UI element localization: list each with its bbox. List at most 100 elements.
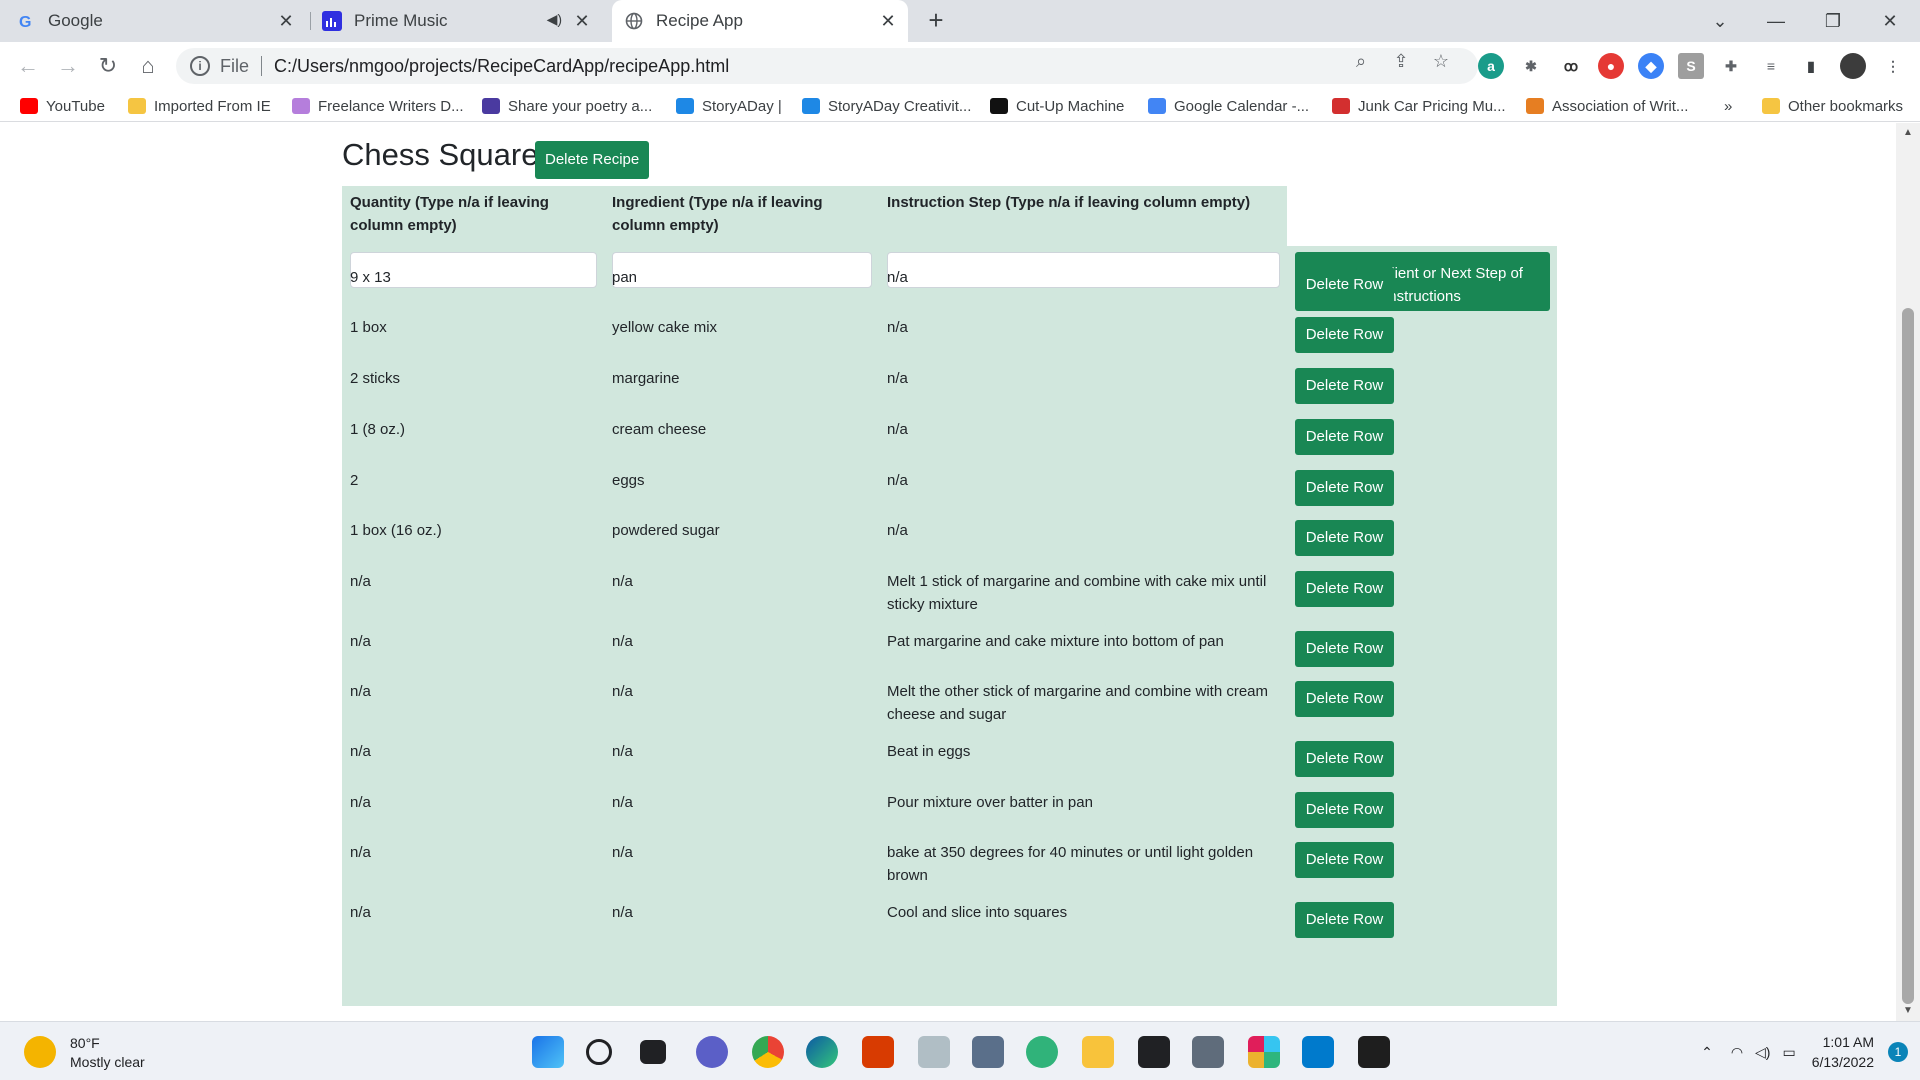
bookmark-share-poetry[interactable]: Share your poetry a... [482, 95, 652, 117]
notification-badge[interactable]: 1 [1888, 1042, 1908, 1062]
row-instruction: n/a [887, 319, 908, 336]
scroll-thumb[interactable] [1902, 308, 1914, 1004]
delete-row-button[interactable]: Delete Row [1295, 741, 1394, 777]
bookmark-label: Google Calendar -... [1174, 97, 1310, 115]
terminal-icon[interactable] [1358, 1036, 1390, 1068]
delete-row-button[interactable]: Delete Row [1295, 368, 1394, 404]
address-url[interactable]: C:/Users/nmgoo/projects/RecipeCardApp/re… [274, 56, 729, 77]
chevron-up-icon[interactable]: ⌃ [1701, 1044, 1713, 1061]
tab-strip: G Google ✕ Prime Music ◀) ✕ Recipe App ✕… [0, 0, 1920, 42]
delete-row-button[interactable]: Delete Row [1295, 470, 1394, 506]
bookmark-association-writers[interactable]: Association of Writ... [1526, 95, 1688, 117]
clock-time: 1:01 AM [1822, 1034, 1874, 1050]
delete-row-button[interactable]: Delete Row [1295, 267, 1394, 303]
cutup-icon [990, 98, 1008, 114]
bookmark-label: Cut-Up Machine [1016, 97, 1125, 115]
close-icon[interactable]: ✕ [276, 11, 296, 31]
bookmark-junk-car[interactable]: Junk Car Pricing Mu... [1332, 95, 1506, 117]
address-bar[interactable]: i File C:/Users/nmgoo/projects/RecipeCar… [176, 48, 1478, 84]
volume-icon[interactable]: ◁) [1755, 1044, 1770, 1061]
search-icon[interactable] [586, 1039, 612, 1065]
tab-search-icon[interactable]: ⌄ [1700, 6, 1740, 36]
scroll-up-icon[interactable]: ▲ [1902, 127, 1914, 138]
bookmark-freelance-writers[interactable]: Freelance Writers D... [292, 95, 464, 117]
page-scrollbar[interactable]: ▲ ▼ [1896, 123, 1920, 1021]
clock[interactable]: 1:01 AM 6/13/2022 [1812, 1032, 1874, 1072]
delete-recipe-button[interactable]: Delete Recipe [535, 141, 650, 179]
teams-chat-icon[interactable] [696, 1036, 728, 1068]
delete-row-button[interactable]: Delete Row [1295, 520, 1394, 556]
awp-icon [1526, 98, 1544, 114]
weather-widget[interactable]: 80°F Mostly clear [24, 1034, 145, 1072]
calculator-icon[interactable] [1192, 1036, 1224, 1068]
ublock-icon[interactable]: ● [1598, 53, 1624, 79]
bookmark-label: StoryADay | [702, 97, 782, 115]
file-explorer-icon[interactable] [1082, 1036, 1114, 1068]
start-icon[interactable] [532, 1036, 564, 1068]
atom-icon[interactable] [1026, 1036, 1058, 1068]
bookmark-youtube[interactable]: YouTube [20, 95, 105, 117]
bookmark-other[interactable]: Other bookmarks [1762, 95, 1903, 117]
bookmark-google-calendar[interactable]: Google Calendar -... [1148, 95, 1309, 117]
close-icon[interactable]: ✕ [572, 11, 592, 31]
speaker-icon[interactable]: ◀) [547, 11, 562, 28]
delete-row-button[interactable]: Delete Row [1295, 571, 1394, 607]
app-icon[interactable] [972, 1036, 1004, 1068]
amazon-assistant-icon[interactable]: a [1478, 53, 1504, 79]
delete-row-button[interactable]: Delete Row [1295, 631, 1394, 667]
delete-row-button[interactable]: Delete Row [1295, 842, 1394, 878]
bug-icon[interactable]: ✱ [1518, 53, 1544, 79]
share-icon[interactable]: ⇪ [1390, 50, 1412, 72]
close-icon[interactable]: ✕ [878, 11, 898, 31]
tab-recipe-app[interactable]: Recipe App ✕ [612, 0, 908, 42]
bookmark-imported-from-ie[interactable]: Imported From IE [128, 95, 271, 117]
delete-row-button[interactable]: Delete Row [1295, 681, 1394, 717]
bookmark-storyaday[interactable]: StoryADay | [676, 95, 782, 117]
chrome-icon[interactable] [752, 1036, 784, 1068]
task-view-icon[interactable] [640, 1040, 666, 1064]
info-icon[interactable]: i [190, 56, 210, 76]
reload-button[interactable]: ↻ [92, 50, 124, 82]
row-ingredient: n/a [612, 904, 633, 921]
sticky-notes-icon[interactable] [1138, 1036, 1170, 1068]
side-panel-icon[interactable]: ▮ [1798, 53, 1824, 79]
row-ingredient: n/a [612, 844, 633, 861]
restore-button[interactable]: ❐ [1813, 6, 1853, 36]
media-queue-icon[interactable]: ≡ [1758, 53, 1784, 79]
back-button[interactable]: ← [12, 50, 44, 82]
delete-row-button[interactable]: Delete Row [1295, 419, 1394, 455]
youtube-icon [20, 98, 38, 114]
tab-prime-music[interactable]: Prime Music ◀) ✕ [322, 0, 602, 42]
slack-icon[interactable] [1248, 1036, 1280, 1068]
vscode-icon[interactable] [1302, 1036, 1334, 1068]
tab-title: Google [48, 11, 103, 30]
home-button[interactable]: ⌂ [132, 50, 164, 82]
close-window-button[interactable]: ✕ [1870, 6, 1910, 36]
diamond-ext-icon[interactable]: ◆ [1638, 53, 1664, 79]
glasses-icon[interactable]: ꝏ [1558, 53, 1584, 79]
battery-icon[interactable]: ▭ [1782, 1044, 1795, 1061]
wifi-icon[interactable]: ◠ [1731, 1044, 1743, 1061]
s-ext-icon[interactable]: S [1678, 53, 1704, 79]
zoom-icon[interactable]: ⌕ [1350, 50, 1372, 72]
row-ingredient: powdered sugar [612, 522, 720, 539]
bookmark-label: Other bookmarks [1788, 97, 1904, 115]
photos-icon[interactable] [918, 1036, 950, 1068]
menu-icon[interactable]: ⋮ [1880, 53, 1906, 79]
bookmark-storyaday-creativity[interactable]: StoryADay Creativit... [802, 95, 971, 117]
delete-row-button[interactable]: Delete Row [1295, 317, 1394, 353]
edge-icon[interactable] [806, 1036, 838, 1068]
avatar[interactable] [1840, 53, 1866, 79]
scroll-down-icon[interactable]: ▼ [1902, 1005, 1914, 1016]
bookmark-cut-up-machine[interactable]: Cut-Up Machine [990, 95, 1124, 117]
office-icon[interactable] [862, 1036, 894, 1068]
more-bookmarks-button[interactable]: » [1724, 95, 1732, 117]
forward-button[interactable]: → [52, 50, 84, 82]
new-tab-button[interactable]: + [922, 7, 950, 35]
puzzle-icon[interactable]: ✚ [1718, 53, 1744, 79]
tab-google[interactable]: G Google ✕ [16, 0, 306, 42]
bookmark-star-icon[interactable]: ☆ [1430, 50, 1452, 72]
minimize-button[interactable]: — [1756, 6, 1796, 36]
delete-row-button[interactable]: Delete Row [1295, 792, 1394, 828]
delete-row-button[interactable]: Delete Row [1295, 902, 1394, 938]
